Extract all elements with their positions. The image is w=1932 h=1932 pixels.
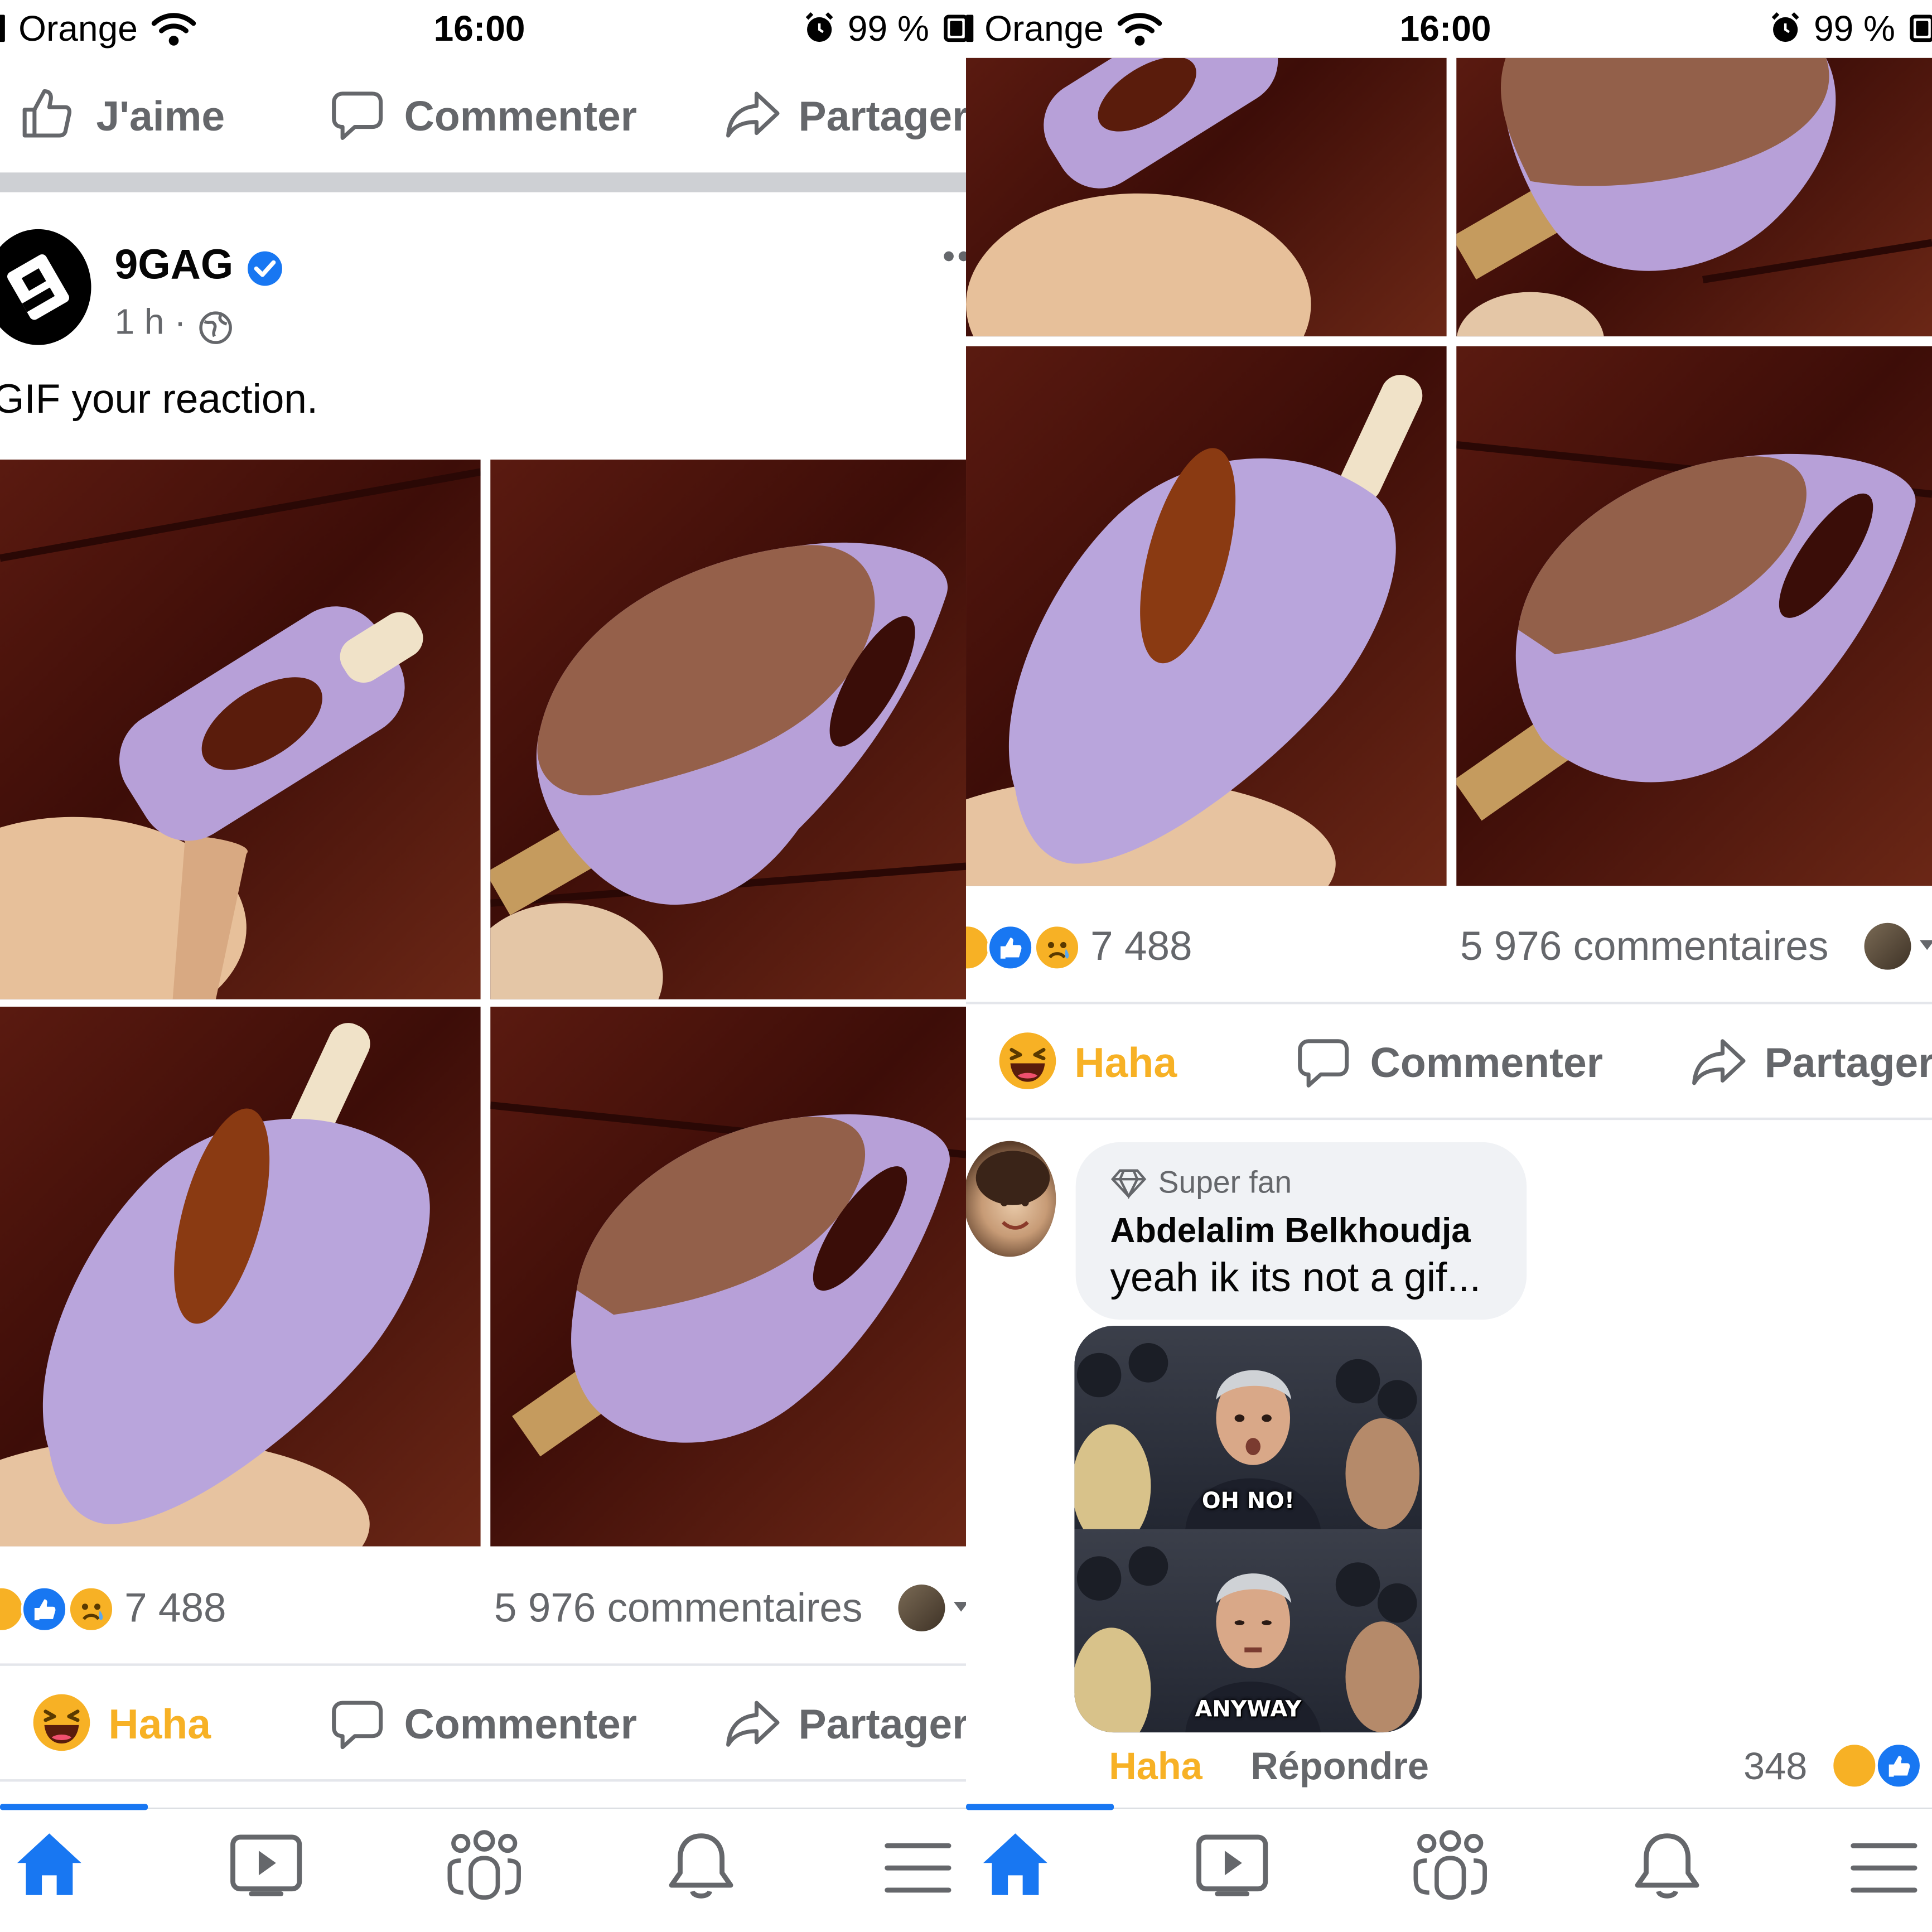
- like-reaction-icon: [1875, 1742, 1923, 1789]
- carrier-label: Orange: [984, 9, 1104, 50]
- comment-haha-link[interactable]: Haha: [1109, 1745, 1202, 1789]
- commenter-avatar[interactable]: [966, 1141, 1056, 1257]
- post-photo-1[interactable]: [966, 57, 1447, 337]
- sad-reaction-icon: [67, 1586, 115, 1633]
- like-button[interactable]: J'aime: [96, 93, 225, 142]
- right-screenshot: Orange 16:00 99 % 7 488 5 976 commentair…: [966, 0, 1932, 1932]
- home-icon[interactable]: [978, 1828, 1052, 1900]
- viewer-avatar: [1864, 922, 1911, 970]
- nav-active-indicator: [966, 1804, 1114, 1810]
- wifi-icon: [151, 13, 196, 46]
- comment-icon: [1298, 1039, 1349, 1088]
- share-icon: [726, 1701, 780, 1747]
- share-icon: [726, 91, 780, 138]
- gif-caption-top: OH NO!: [1201, 1488, 1295, 1515]
- post-photo-2[interactable]: [490, 460, 967, 999]
- groups-icon[interactable]: [1412, 1828, 1489, 1902]
- comment-button[interactable]: Commenter: [1370, 1039, 1603, 1088]
- comment-icon: [332, 91, 383, 140]
- globe-icon: [199, 311, 232, 344]
- post-photo-2[interactable]: [1456, 57, 1932, 337]
- battery-percent: 99 %: [847, 9, 929, 50]
- chevron-down-icon[interactable]: [1919, 938, 1932, 953]
- battery-icon: [1910, 15, 1932, 42]
- reaction-count[interactable]: 7 488: [1090, 923, 1192, 970]
- comment-gif[interactable]: OH NO! ANYWAY: [1074, 1326, 1422, 1733]
- like-reaction-icon: [987, 924, 1034, 971]
- post-separator: [0, 172, 967, 192]
- divider: [0, 1663, 967, 1666]
- share-button[interactable]: Partager: [799, 93, 966, 142]
- wifi-icon: [1117, 13, 1162, 46]
- signal-icon: [966, 15, 974, 42]
- alarm-icon: [1771, 12, 1799, 42]
- alarm-icon: [805, 12, 833, 42]
- comment-text: yeah ik its not a gif...: [1110, 1254, 1481, 1300]
- haha-button[interactable]: Haha: [1074, 1039, 1177, 1088]
- notifications-icon[interactable]: [665, 1828, 737, 1902]
- notifications-icon[interactable]: [1631, 1828, 1703, 1902]
- chevron-down-icon[interactable]: [953, 1600, 967, 1615]
- share-button[interactable]: Partager: [799, 1701, 966, 1750]
- post-photo-4[interactable]: [1456, 346, 1932, 886]
- divider: [0, 1779, 967, 1782]
- post-photo-4[interactable]: [490, 1006, 967, 1547]
- comments-count[interactable]: 5 976 commentaires: [494, 1585, 863, 1631]
- groups-icon[interactable]: [446, 1828, 523, 1902]
- reply-link[interactable]: Répondre: [1250, 1745, 1429, 1789]
- status-time: 16:00: [433, 9, 525, 50]
- share-button[interactable]: Partager: [1765, 1039, 1932, 1088]
- diamond-icon: [1110, 1169, 1147, 1199]
- page-name[interactable]: 9GAG: [114, 241, 233, 289]
- page-avatar[interactable]: [0, 229, 91, 345]
- haha-icon: [33, 1694, 90, 1751]
- post-photo-1[interactable]: [0, 460, 481, 999]
- post-photo-3[interactable]: [0, 1006, 481, 1547]
- gif-frame-top: OH NO!: [1074, 1326, 1422, 1529]
- watch-icon[interactable]: [229, 1833, 303, 1897]
- divider: [966, 1002, 1932, 1004]
- comment-icon: [332, 1701, 383, 1750]
- more-icon[interactable]: [943, 247, 967, 266]
- viewer-avatar: [898, 1585, 945, 1631]
- reaction-count[interactable]: 7 488: [124, 1585, 226, 1631]
- haha-button[interactable]: Haha: [108, 1701, 211, 1750]
- menu-icon[interactable]: [1848, 1838, 1920, 1897]
- like-reaction-icon: [21, 1586, 68, 1633]
- verified-icon: [248, 251, 282, 286]
- comment-button[interactable]: Commenter: [404, 1701, 637, 1750]
- haha-icon: [999, 1032, 1056, 1089]
- left-screenshot: Orange 16:00 99 % J'aime Commenter Parta…: [0, 0, 967, 1932]
- gif-frame-bottom: ANYWAY: [1074, 1529, 1422, 1733]
- status-time: 16:00: [1399, 9, 1491, 50]
- gif-caption-bottom: ANYWAY: [1195, 1697, 1302, 1723]
- comment-author[interactable]: Abdelalim Belkhoudja: [1110, 1211, 1470, 1251]
- post-time[interactable]: 1 h ·: [114, 303, 186, 344]
- watch-icon[interactable]: [1195, 1833, 1269, 1897]
- share-icon: [1692, 1039, 1746, 1085]
- menu-icon[interactable]: [882, 1838, 954, 1897]
- post-photo-3[interactable]: [966, 346, 1447, 886]
- haha-reaction-icon: [1830, 1742, 1878, 1789]
- comment-button[interactable]: Commenter: [404, 93, 637, 142]
- home-icon[interactable]: [12, 1828, 86, 1900]
- signal-icon: [0, 15, 5, 42]
- battery-icon: [944, 15, 967, 42]
- carrier-label: Orange: [18, 9, 138, 50]
- post-caption: GIF your reaction.: [0, 375, 318, 422]
- superfan-badge: Super fan: [1158, 1165, 1292, 1200]
- stage: Orange 16:00 99 % J'aime Commenter Parta…: [0, 0, 1932, 1932]
- comments-count[interactable]: 5 976 commentaires: [1460, 923, 1829, 970]
- like-icon: [22, 89, 72, 138]
- nav-active-indicator: [0, 1804, 148, 1810]
- divider: [966, 1117, 1932, 1120]
- sad-reaction-icon: [1033, 924, 1081, 971]
- battery-percent: 99 %: [1813, 9, 1895, 50]
- comment-reaction-count[interactable]: 348: [1743, 1745, 1807, 1789]
